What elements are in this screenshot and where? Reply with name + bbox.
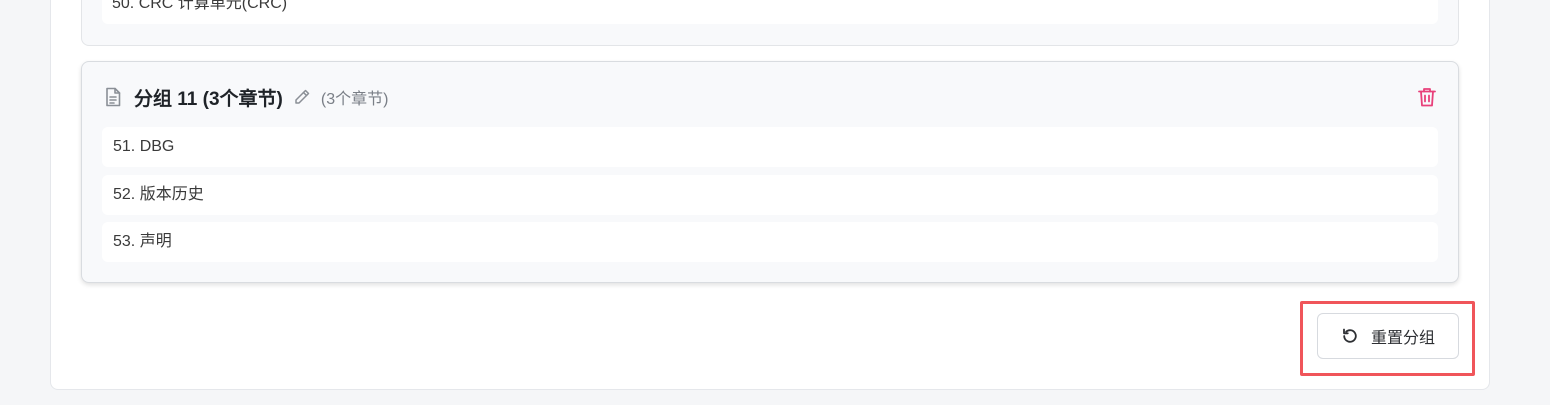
list-item: 50. CRC 计算单元(CRC) (102, 0, 1438, 24)
trash-icon[interactable] (1416, 86, 1438, 108)
list-item[interactable]: 51. DBG (102, 127, 1438, 167)
group-card: 分组 11 (3个章节) (3个章节) 51. DBG 52. 版本历史 53.… (81, 61, 1459, 283)
rotate-ccw-icon (1341, 327, 1359, 345)
list-item[interactable]: 52. 版本历史 (102, 175, 1438, 215)
list-item[interactable]: 53. 声明 (102, 222, 1438, 262)
reset-groups-label: 重置分组 (1370, 330, 1435, 347)
group-header: 分组 11 (3个章节) (3个章节) (104, 84, 388, 110)
pencil-icon[interactable] (293, 88, 311, 106)
group-title: 分组 11 (3个章节) (134, 88, 283, 110)
document-icon (104, 87, 122, 107)
group-chapter-count: (3个章节) (320, 91, 389, 108)
reset-groups-button[interactable]: 重置分组 (1317, 313, 1459, 359)
